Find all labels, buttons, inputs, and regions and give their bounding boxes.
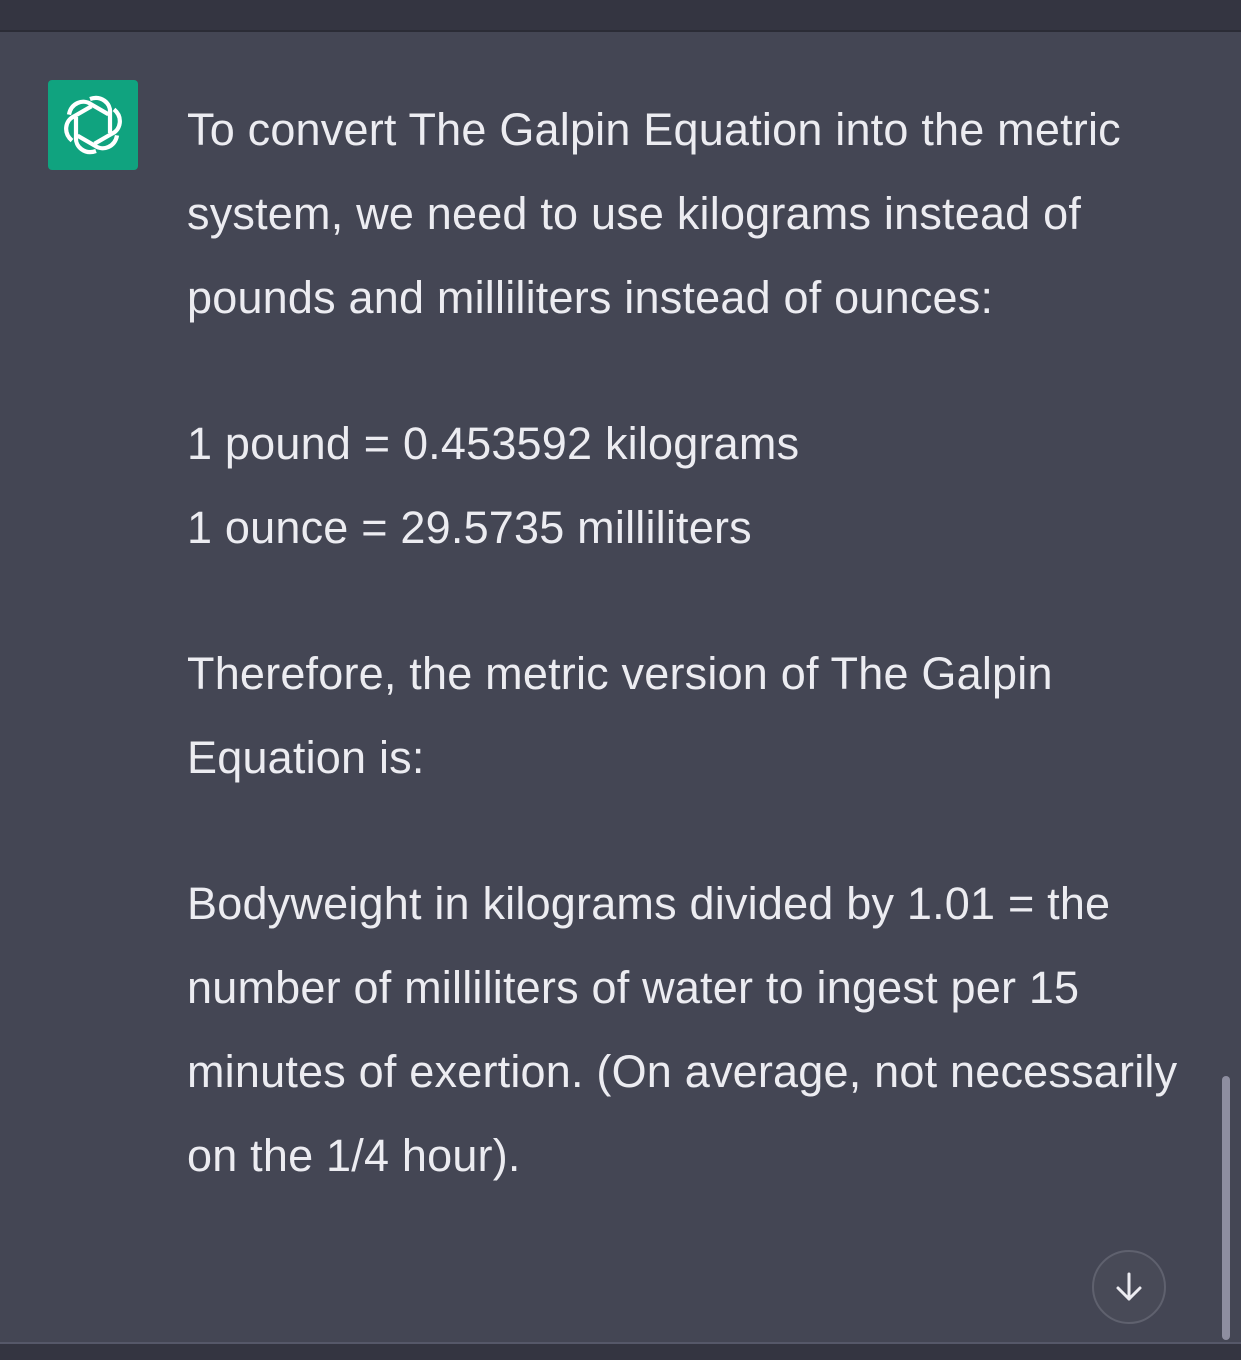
- top-bar: [0, 0, 1241, 32]
- pound-conversion: 1 pound = 0.453592 kilograms: [187, 418, 800, 469]
- therefore-paragraph: Therefore, the metric version of The Gal…: [187, 648, 1053, 783]
- bottom-bar: [0, 1342, 1241, 1360]
- scrollbar-thumb[interactable]: [1222, 1076, 1230, 1340]
- arrow-down-icon: [1116, 1272, 1142, 1301]
- ounce-conversion: 1 ounce = 29.5735 milliliters: [187, 502, 752, 553]
- assistant-message: To convert The Galpin Equation into the …: [0, 32, 1241, 1342]
- assistant-avatar: [48, 80, 138, 170]
- intro-paragraph: To convert The Galpin Equation into the …: [187, 104, 1121, 323]
- openai-logo-icon: [64, 95, 122, 155]
- message-content: To convert The Galpin Equation into the …: [187, 88, 1197, 1198]
- scroll-to-bottom-button[interactable]: [1092, 1250, 1166, 1324]
- equation-paragraph: Bodyweight in kilograms divided by 1.01 …: [187, 878, 1178, 1181]
